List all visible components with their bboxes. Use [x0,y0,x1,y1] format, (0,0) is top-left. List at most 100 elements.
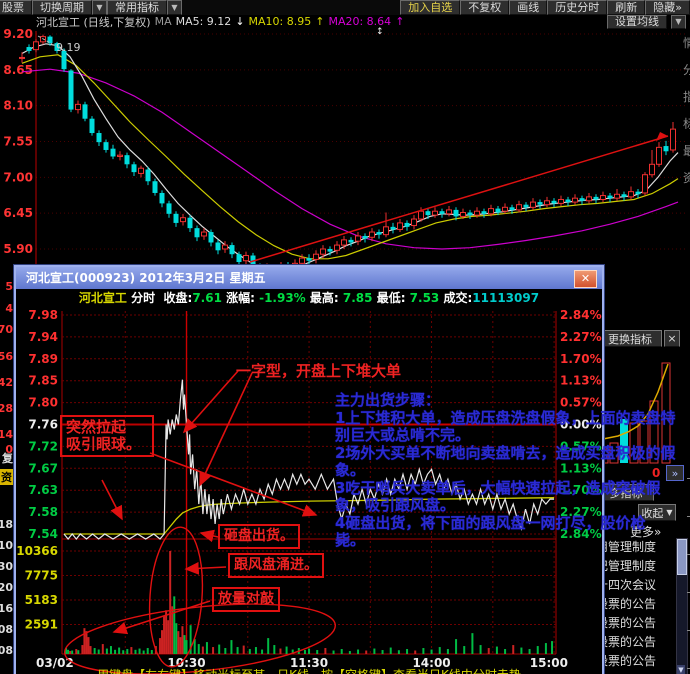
announcement-list-item[interactable]: 股票的公告 [596,652,675,671]
svg-text:7.72: 7.72 [28,439,58,453]
svg-text:7.94: 7.94 [28,330,58,344]
window-sliver-value: 资 [0,469,13,485]
annotation-pull-up-line2: 吸引眼球。 [66,435,142,453]
window-sliver-value: 30 [0,560,13,573]
svg-text:9.20: 9.20 [3,27,33,41]
draw-line-button[interactable]: 画线 [509,0,548,15]
svg-text:7.00: 7.00 [3,170,33,184]
panel-close-icon[interactable]: × [664,330,680,347]
svg-text:0.00%: 0.00% [560,418,602,432]
right-edge-tab-strip: 情分指标最资 [683,34,690,324]
annotation-pull-up-box: 突然拉起 吸引眼球。 [60,415,154,457]
svg-text:2.27%: 2.27% [560,330,602,344]
announcement-list-item[interactable]: 用管理制度 [596,538,675,557]
cut-off-tab-char: 情 [683,36,690,50]
announcement-list-item[interactable]: 十四次会议 [596,576,675,595]
annotation-pull-up-line1: 突然拉起 [66,418,127,436]
svg-text:5183: 5183 [25,593,58,607]
window-sliver-value: 42 [0,376,13,389]
common-indicators-dropdown-icon[interactable]: ▼ [167,0,182,15]
no-adjust-button[interactable]: 不复权 [460,0,510,15]
window-sliver-value: 5 [5,280,13,293]
mini-chart-zero-label: 0 [652,466,661,480]
svg-text:7.63: 7.63 [28,483,58,497]
scrollbar-thumb[interactable] [677,539,687,575]
svg-text:7.85: 7.85 [28,374,58,388]
svg-text:0.57%: 0.57% [560,396,602,410]
list-scrollbar[interactable]: ▼ [676,538,688,674]
refresh-button[interactable]: 刷新 [607,0,646,15]
svg-text:2591: 2591 [25,618,58,632]
svg-text:6.45: 6.45 [3,206,33,220]
window-sliver-value: 16 [0,602,13,615]
svg-text:7.54: 7.54 [28,527,58,541]
svg-text:5.90: 5.90 [3,242,33,256]
svg-text:7.89: 7.89 [28,352,58,366]
window-sliver-value: 56 [0,350,13,363]
keyboard-hint-text: 用键盘【左右键】移动光标至某一日K线，按【空格键】查看当日K线中分时走势 [16,666,602,674]
collapse-button[interactable]: 收起 ▼ [638,504,676,521]
change-indicator-button[interactable]: 更换指标 [598,330,662,347]
announcement-list-item[interactable]: 股票的公告 [596,595,675,614]
cut-off-tab-char: 分 [683,63,690,77]
window-sliver-value: 10 [0,539,13,552]
left-window-sliver: 5 4 70 56 42 28 14 0 复资 18 10 30 20 16 08 08 [0,270,14,674]
window-sliver-value: 18 [0,518,13,531]
cut-off-tab-char: 最 [683,144,690,158]
svg-text:7.58: 7.58 [28,505,58,519]
svg-text:9.19: 9.19 [56,41,81,54]
window-sliver-value: 复 [2,452,13,465]
svg-text:2.84%: 2.84% [560,308,602,322]
collapse-arrow-icon: ▼ [666,508,673,517]
svg-text:1.70%: 1.70% [560,352,602,366]
pane-splitter-icon[interactable]: ↕ [376,27,384,37]
intraday-popup-window: 河北宣工(000923) 2012年3月2日 星期五 ✕ 河北宣工 分时 收盘:… [14,265,604,674]
svg-text:7.76: 7.76 [28,418,58,432]
svg-text:8.65: 8.65 [3,63,33,77]
svg-text:10366: 10366 [16,544,58,558]
intraday-chart[interactable]: 7.98 2.84% 7.94 2.27% 7.89 1.70% 7.85 1.13% 7.80… [16,267,602,674]
daily-candlestick-chart[interactable]: 9.20 8.65 8.10 7.55 7.00 6.45 5.90 9.19 [0,27,690,268]
window-sliver-value: 08 [0,623,13,636]
history-intraday-button[interactable]: 历史分时 [547,0,608,15]
app-window: { "toolbar": { "stock_btn": "股票", "perio… [0,0,690,674]
add-watchlist-button[interactable]: 加入自选 [400,0,461,15]
cut-off-tab-char: 指 [683,90,690,104]
multi-indicator-button[interactable]: 多指标 [598,484,654,501]
cut-off-tab-char: 标 [683,117,690,131]
svg-text:1.70%: 1.70% [560,483,602,497]
announcement-list-item[interactable]: 股票的公告 [596,633,675,652]
stock-button[interactable]: 股票 [0,0,32,15]
svg-text:0.57%: 0.57% [560,439,602,453]
expand-panel-icon[interactable]: » [666,465,684,481]
annotation-wash-volume-box: 放量对敲 [212,587,280,612]
svg-text:1.13%: 1.13% [560,374,602,388]
window-sliver-value: 14 [0,428,13,441]
right-indicator-panel: 更换指标 × 0 » 多指标 收起 ▼ 更多» 用管理制度 记管理制度 十四次会议股… [596,328,690,674]
scrollbar-down-icon[interactable]: ▼ [677,665,685,674]
hide-button[interactable]: 隐藏» [645,0,690,15]
announcement-list-item[interactable]: 股票的公告 [596,614,675,633]
window-sliver-value: 4 [5,302,13,315]
svg-text:7775: 7775 [25,569,58,583]
svg-text:7.98: 7.98 [28,308,58,322]
svg-text:1.13%: 1.13% [560,461,602,475]
cut-off-tab-char: 资 [683,171,690,185]
svg-text:7.55: 7.55 [3,134,33,148]
svg-text:7.67: 7.67 [28,461,58,475]
window-sliver-value: 28 [0,402,13,415]
window-sliver-value: 70 [0,323,13,336]
svg-text:7.80: 7.80 [28,396,58,410]
annotation-smash-sell-box: 砸盘出货。 [218,524,300,549]
collapse-label: 收起 [641,506,664,520]
annotation-follow-buy-box: 跟风盘涌进。 [228,553,324,578]
window-sliver-value: 20 [0,581,13,594]
window-sliver-value: 08 [0,644,13,657]
svg-text:8.10: 8.10 [3,99,33,113]
announcement-list: 用管理制度 记管理制度 十四次会议 股票的公告 股票的公告 股票的公告 股票的公告 [596,538,675,671]
announcement-list-item[interactable]: 记管理制度 [596,557,675,576]
mini-indicator-chart [597,362,671,464]
annotation-flat-open-label: 一字型，开盘上下堆大单 [236,362,402,380]
svg-text:2.84%: 2.84% [560,527,602,541]
